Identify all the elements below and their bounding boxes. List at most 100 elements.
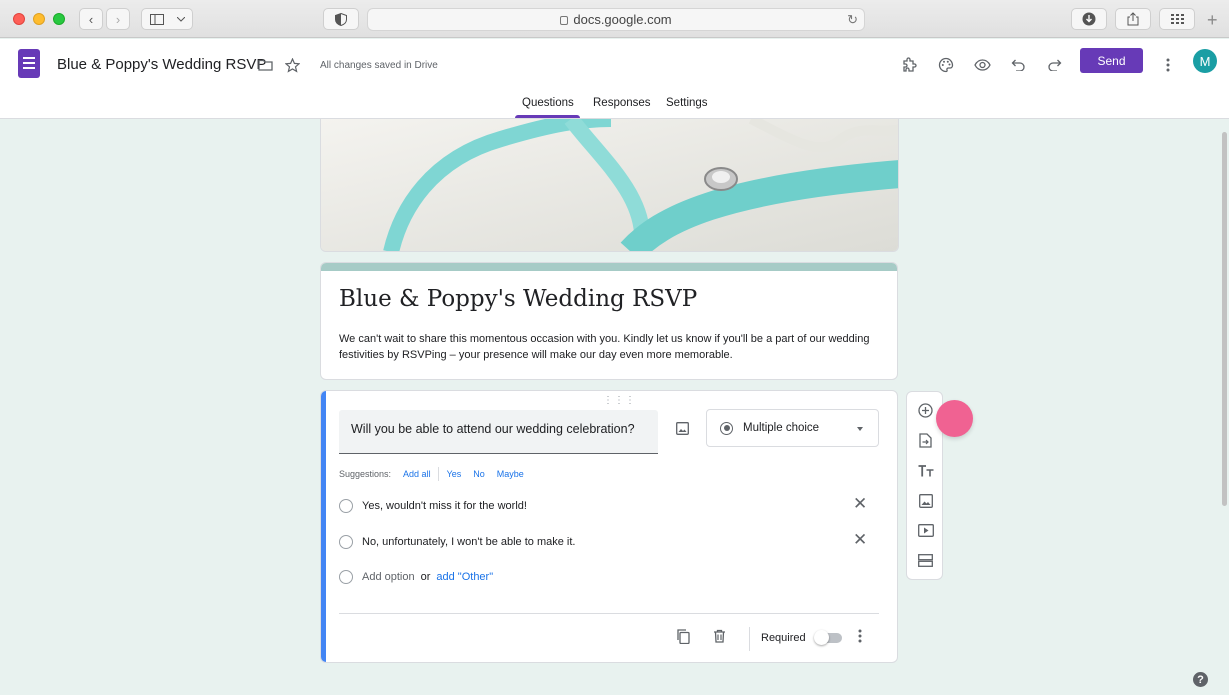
share-icon [1127,12,1139,26]
suggestion-add-all[interactable]: Add all [403,469,431,479]
header-image[interactable] [320,119,899,252]
card-divider [339,613,879,614]
suggestion-maybe[interactable]: Maybe [497,469,524,479]
grid-icon [1170,14,1184,24]
chevron-left-icon: ‹ [88,11,94,27]
dropdown-caret-icon [857,427,863,431]
add-option-row: Add option or add "Other" [339,570,493,584]
import-questions-button[interactable] [917,432,934,449]
add-other-link[interactable]: add "Other" [436,571,493,583]
drag-handle[interactable]: ⋮⋮⋮ [603,395,636,406]
addons-button[interactable] [900,55,920,75]
document-title[interactable]: Blue & Poppy's Wedding RSVP [57,56,266,73]
new-tab-button[interactable]: + [1207,10,1229,32]
add-image-button[interactable] [673,419,691,437]
form-title[interactable]: Blue & Poppy's Wedding RSVP [339,286,697,312]
url-text: docs.google.com [573,12,672,27]
tab-overview-button[interactable] [1159,8,1195,30]
delete-button[interactable] [711,628,727,644]
palette-icon [938,57,954,73]
more-vert-icon [1166,58,1170,72]
eye-icon [973,59,991,71]
download-icon [1082,12,1096,26]
lock-icon [560,16,569,25]
page-scrollbar[interactable] [1222,132,1227,506]
minimize-window-button[interactable] [33,13,45,25]
question-title-input[interactable]: Will you be able to attend our wedding c… [339,410,658,454]
radio-circle-icon [339,535,353,549]
puzzle-icon [903,57,917,72]
account-avatar[interactable]: M [1193,49,1217,73]
star-icon [284,57,300,73]
trash-icon [713,629,725,643]
close-icon: ✕ [853,530,868,549]
option-row[interactable]: Yes, wouldn't miss it for the world! [339,499,527,513]
suggestions-label: Suggestions: [339,469,392,479]
suggestion-yes[interactable]: Yes [447,469,462,479]
ribbon-ring-image [321,119,898,251]
google-forms-logo[interactable] [18,49,40,78]
more-vert-icon [858,629,862,643]
send-button[interactable]: Send [1080,48,1143,73]
tab-responses[interactable]: Responses [593,97,651,119]
question-card[interactable]: ⋮⋮⋮ Will you be able to attend our weddi… [320,390,898,663]
sidebar-toggle-button[interactable] [141,8,193,30]
add-image-tool-button[interactable] [917,492,934,509]
question-more-options-button[interactable] [857,629,863,643]
sidebar-icon [150,13,164,25]
add-title-button[interactable] [917,462,934,479]
forward-button[interactable]: › [106,8,130,30]
folder-icon [257,59,273,71]
text-fields-icon [918,464,933,476]
required-toggle[interactable] [814,630,842,645]
redo-icon [1047,59,1061,71]
downloads-button[interactable] [1071,8,1107,30]
plus-icon: + [1207,10,1218,30]
suggestion-no[interactable]: No [473,469,485,479]
option-label[interactable]: Yes, wouldn't miss it for the world! [362,500,527,512]
undo-button[interactable] [1008,55,1028,75]
remove-option-button[interactable]: ✕ [853,530,867,550]
shield-icon [335,12,347,26]
preview-button[interactable] [972,55,992,75]
customize-theme-button[interactable] [936,55,956,75]
share-button[interactable] [1115,8,1151,30]
tab-settings[interactable]: Settings [666,97,708,119]
save-status: All changes saved in Drive [320,60,438,71]
star-button[interactable] [282,55,302,75]
privacy-button[interactable] [323,8,359,30]
form-title-card[interactable]: Blue & Poppy's Wedding RSVP We can't wai… [320,262,898,380]
remove-option-button[interactable]: ✕ [853,494,867,514]
duplicate-button[interactable] [675,628,691,644]
browser-toolbar: ‹ › docs.google.com ↻ + [0,0,1229,38]
section-icon [918,554,933,567]
active-tab-indicator [515,115,580,118]
address-bar[interactable]: docs.google.com ↻ [367,8,865,31]
option-row[interactable]: No, unfortunately, I won't be able to ma… [339,535,575,549]
redo-button[interactable] [1044,55,1064,75]
import-icon [919,433,932,448]
more-options-button[interactable] [1158,55,1178,75]
suggestions-row: Suggestions: Add all Yes No Maybe [339,467,524,481]
add-video-button[interactable] [917,522,934,539]
close-icon: ✕ [853,494,868,513]
add-question-button[interactable] [917,402,934,419]
option-label[interactable]: No, unfortunately, I won't be able to ma… [362,536,575,548]
radio-button-icon [720,421,733,435]
radio-circle-icon [339,570,353,584]
help-button[interactable]: ? [1193,672,1208,687]
undo-icon [1011,59,1025,71]
back-button[interactable]: ‹ [79,8,103,30]
form-description[interactable]: We can't wait to share this momentous oc… [339,331,879,363]
reload-icon[interactable]: ↻ [847,12,858,28]
move-to-folder-button[interactable] [255,55,275,75]
add-circle-icon [918,403,933,418]
close-window-button[interactable] [13,13,25,25]
forms-header: Blue & Poppy's Wedding RSVP All changes … [0,39,1229,119]
zoom-window-button[interactable] [53,13,65,25]
question-type-select[interactable]: Multiple choice [706,409,879,447]
radio-circle-icon [339,499,353,513]
required-label: Required [761,632,806,644]
add-section-button[interactable] [917,552,934,569]
add-option-input[interactable]: Add option [362,571,415,583]
